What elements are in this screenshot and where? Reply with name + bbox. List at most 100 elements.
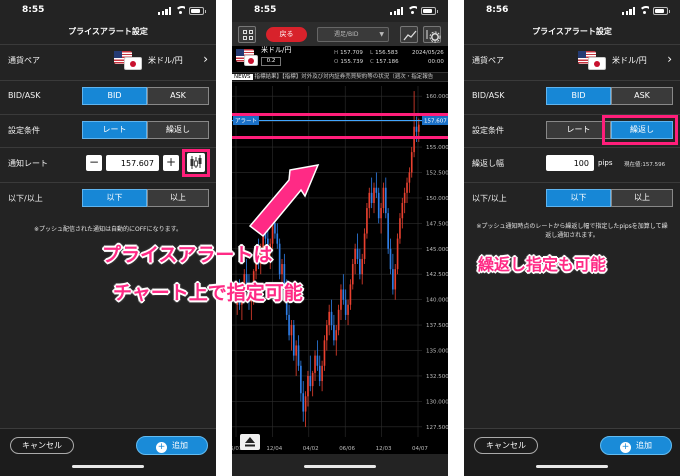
quote-close: C 157.186 [370, 59, 399, 65]
quote-low: L 156.583 [370, 50, 398, 56]
cancel-button[interactable]: キャンセル [10, 437, 74, 454]
candle-body [408, 172, 411, 183]
condition-repeat-button[interactable]: 繰返し [147, 121, 209, 139]
candle-body [403, 192, 406, 203]
status-bar: 8:55 [232, 0, 448, 22]
chart-screen: 8:55 戻る 週足/BID ▼ 米ドル/円 0.2 H 157.709 L 156.… [232, 0, 448, 476]
bidask-row: BID/ASK BID ASK [464, 80, 680, 110]
status-bar: 8:56 [464, 0, 680, 22]
pips-unit: pips [598, 159, 613, 167]
candle-body [363, 233, 366, 259]
rate-plus-button[interactable]: + [163, 155, 179, 171]
currency-pair-row[interactable]: 通貨ペア 米ドル/円 › [464, 44, 680, 74]
candle-body [295, 345, 297, 356]
candle-body [359, 258, 361, 275]
candle-body [335, 330, 338, 341]
chart-header: 戻る 週足/BID ▼ [232, 22, 448, 46]
news-ticker[interactable]: NEWS 指標結果】【指標】対外及び対内証券売買契約等の状況（週次・指定報告 [232, 72, 448, 82]
candle-body [392, 269, 394, 290]
candle-body [300, 365, 302, 394]
bid-button[interactable]: BID [82, 87, 147, 105]
y-tick-label: 150.000 [426, 196, 448, 202]
pip-box[interactable]: 0.2 [261, 57, 281, 66]
condition-rate-button[interactable]: レート [82, 121, 147, 139]
y-tick-label: 130.000 [426, 399, 448, 405]
x-tick-label: 04/02 [303, 446, 319, 452]
candle-body [333, 325, 335, 341]
x-tick-label: 12/03 [376, 446, 392, 452]
y-tick-label: 127.500 [426, 425, 448, 431]
y-tick-label: 135.000 [426, 349, 448, 355]
rate-minus-button[interactable]: − [86, 155, 102, 171]
above-button[interactable]: 以上 [611, 189, 673, 207]
candle-body [288, 314, 290, 336]
direction-row: 以下/以上 以下 以上 [0, 182, 216, 212]
add-label: 追加 [636, 441, 652, 450]
candle-body [373, 187, 375, 203]
battery-icon [421, 7, 438, 15]
timeframe-dropdown[interactable]: 週足/BID ▼ [317, 27, 389, 42]
candle-body [406, 182, 408, 193]
candle-body [276, 233, 279, 244]
gear-icon [426, 30, 441, 43]
notify-rate-label: 通知レート [8, 159, 48, 168]
candle-body [349, 284, 352, 305]
below-button[interactable]: 以下 [82, 189, 147, 207]
candle-body [304, 396, 307, 412]
candle-body [274, 223, 276, 234]
back-button[interactable]: 戻る [266, 27, 307, 42]
add-button[interactable]: + 追加 [136, 436, 208, 455]
condition-row: 設定条件 レート 繰返し [0, 114, 216, 144]
candle-body [318, 365, 321, 382]
candle-body [278, 243, 281, 275]
draw-tool-button[interactable] [400, 26, 418, 43]
candle-body [311, 372, 314, 387]
candle-body [382, 187, 385, 209]
chevron-right-icon[interactable]: › [667, 53, 672, 65]
candle-body [351, 264, 354, 285]
add-button[interactable]: + 追加 [600, 436, 672, 455]
currency-pair-row[interactable]: 通貨ペア 米ドル/円 › [0, 44, 216, 74]
current-value: 現在値:157.596 [624, 162, 666, 168]
notify-rate-input[interactable] [106, 155, 159, 171]
pair-name: 米ドル/円 [261, 46, 292, 54]
chevron-right-icon[interactable]: › [203, 53, 208, 65]
chevron-down-icon: ▼ [379, 31, 384, 38]
home-indicator [72, 465, 144, 468]
status-bar: 8:55 [0, 0, 216, 22]
highlight-box [232, 113, 448, 139]
below-button[interactable]: 以下 [546, 189, 611, 207]
grid-icon [243, 30, 253, 40]
candle-body [410, 152, 413, 173]
ask-button[interactable]: ASK [147, 87, 209, 105]
candle-body [325, 325, 328, 341]
bid-button[interactable]: BID [546, 87, 611, 105]
y-tick-label: 145.000 [426, 247, 448, 253]
repeat-width-input[interactable] [546, 155, 594, 171]
scroll-end-button[interactable] [240, 434, 260, 450]
candle-body [330, 311, 333, 326]
candle-body [292, 325, 295, 356]
above-button[interactable]: 以上 [147, 189, 209, 207]
candle-body [307, 375, 309, 397]
quote-open: O 155.739 [334, 59, 364, 65]
y-tick-label: 155.000 [426, 145, 448, 151]
y-tick-label: 132.500 [426, 374, 448, 380]
news-text: 指標結果】【指標】対外及び対内証券売買契約等の状況（週次・指定報告 [254, 74, 434, 80]
chart-settings-button[interactable] [423, 26, 441, 43]
news-tag: NEWS [232, 74, 253, 80]
status-time: 8:55 [254, 5, 277, 15]
y-tick-label: 160.000 [426, 94, 448, 100]
signal-icon [622, 7, 636, 15]
candle-body [323, 340, 326, 366]
plus-icon: + [620, 442, 631, 453]
candle-body [380, 208, 382, 219]
candle-body [281, 264, 283, 275]
candle-body [356, 248, 359, 259]
cancel-button[interactable]: キャンセル [474, 437, 538, 454]
candle-body [377, 192, 380, 219]
ask-button[interactable]: ASK [611, 87, 673, 105]
layout-grid-button[interactable] [238, 26, 256, 43]
home-indicator [304, 465, 376, 468]
candle-body [396, 238, 399, 270]
